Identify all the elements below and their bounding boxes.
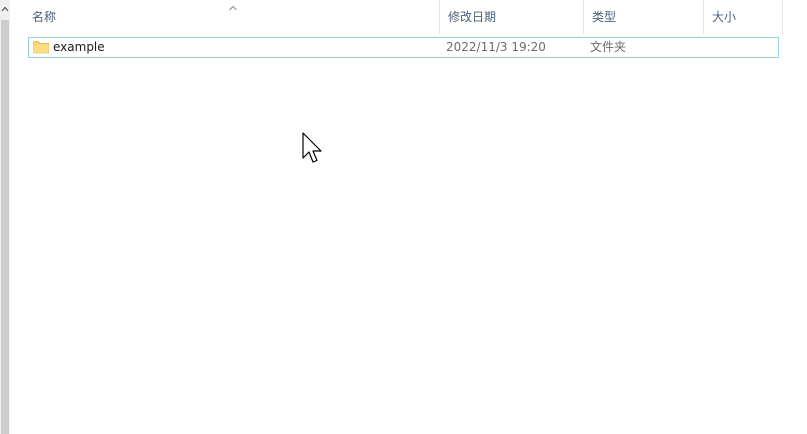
column-header: 名称 修改日期 类型 大小 — [24, 0, 807, 34]
file-date-modified: 2022/11/3 19:20 — [446, 40, 546, 54]
scroll-up-arrow-icon[interactable] — [0, 0, 10, 18]
vertical-scrollbar[interactable] — [0, 0, 10, 434]
file-explorer-view: 名称 修改日期 类型 大小 example 2022/11/3 19:20 文件… — [0, 0, 807, 434]
file-row-example[interactable]: example 2022/11/3 19:20 文件夹 — [28, 37, 779, 58]
column-header-name[interactable]: 名称 — [24, 0, 440, 34]
column-header-size[interactable]: 大小 — [704, 0, 783, 34]
mouse-pointer-icon — [302, 132, 324, 164]
column-header-type[interactable]: 类型 — [584, 0, 704, 34]
file-name: example — [53, 40, 105, 54]
scrollbar-thumb[interactable] — [1, 20, 9, 434]
folder-icon — [33, 40, 49, 54]
file-type: 文件夹 — [590, 40, 627, 54]
column-header-date-modified[interactable]: 修改日期 — [440, 0, 584, 34]
